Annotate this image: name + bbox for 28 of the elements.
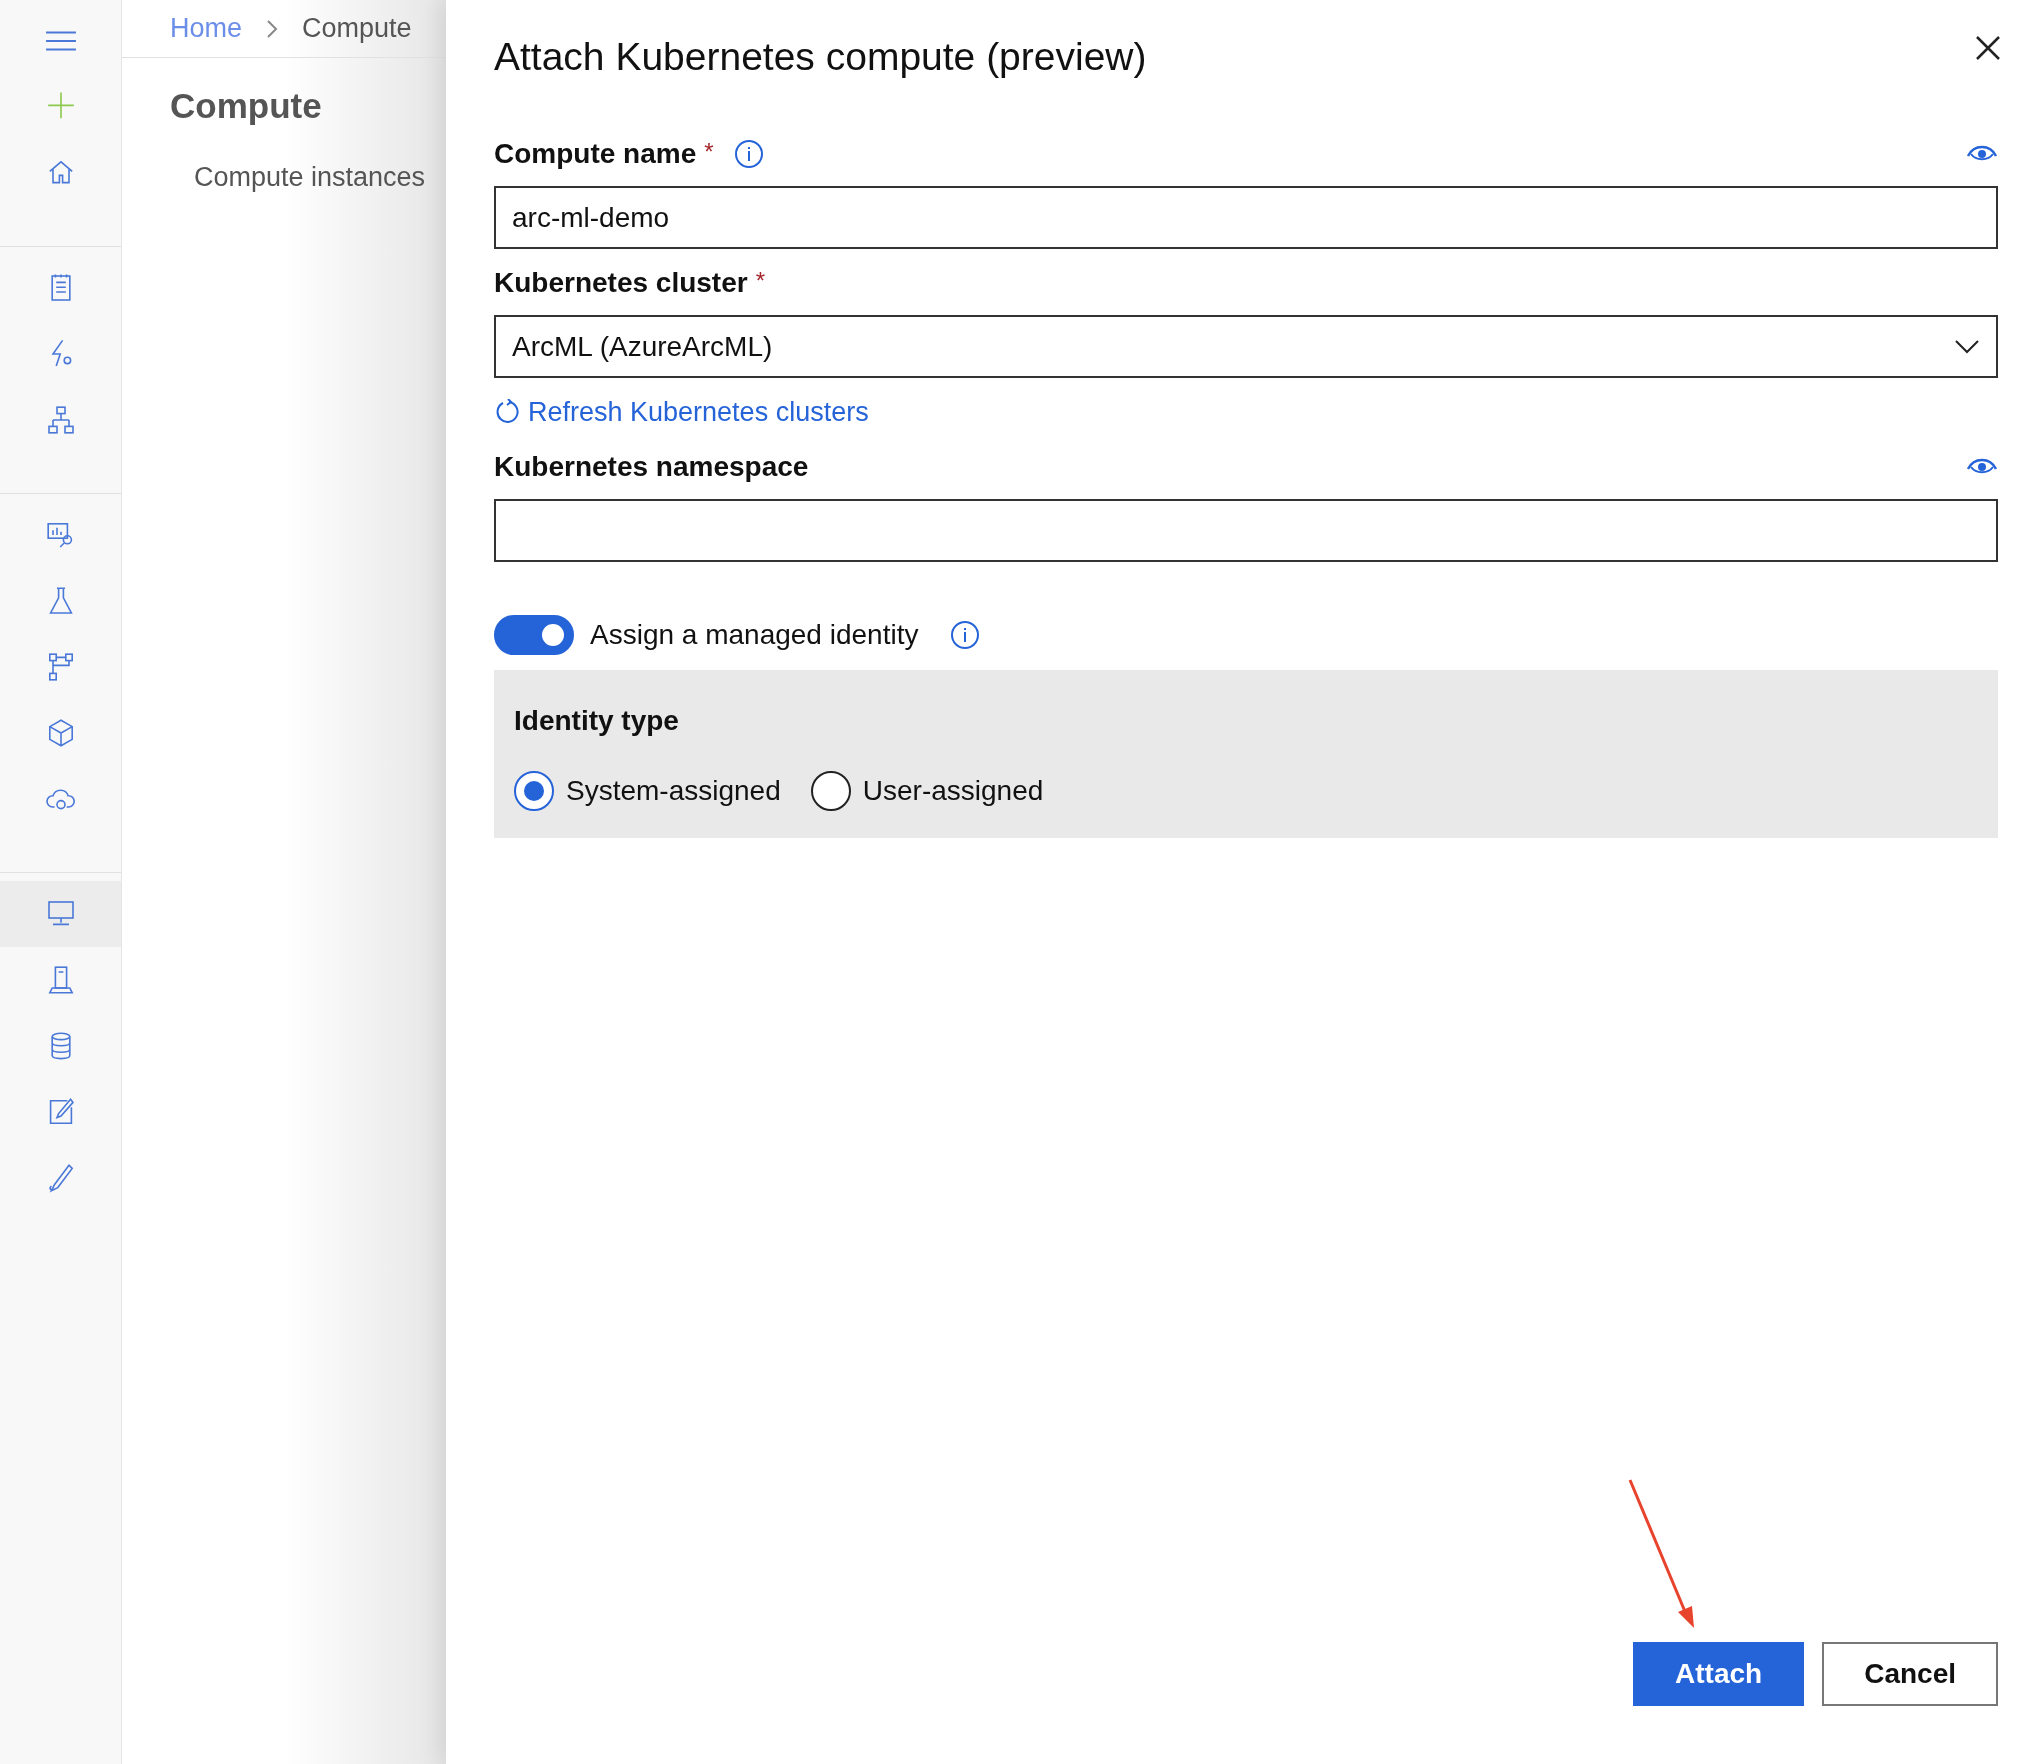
info-icon[interactable] bbox=[950, 619, 981, 650]
field-label: Kubernetes namespace bbox=[494, 449, 809, 484]
section-title: Identity type bbox=[514, 703, 680, 738]
close-icon[interactable] bbox=[1974, 34, 2002, 62]
input-field[interactable]: arc-ml-demo bbox=[494, 186, 1998, 249]
toggle-label: Assign a managed identity bbox=[590, 617, 919, 652]
menu-icon bbox=[44, 31, 77, 51]
radio-option[interactable]: System-assigned bbox=[514, 769, 781, 812]
cluster-dropdown[interactable]: ArcML (AzureArcML) bbox=[494, 315, 1998, 378]
nav-link[interactable]: Compute instances bbox=[194, 156, 446, 197]
dialog-button[interactable]: Cancel bbox=[1822, 1642, 1998, 1706]
panel-title: Attach Kubernetes compute (preview) bbox=[494, 34, 1147, 80]
field-label: Kubernetes cluster bbox=[494, 266, 748, 300]
page-title: Compute bbox=[169, 85, 323, 127]
required-mark: * bbox=[755, 266, 765, 296]
chevron-right-icon bbox=[266, 18, 279, 39]
refresh-link[interactable]: Refresh Kubernetes clusters bbox=[494, 392, 869, 433]
input-field[interactable] bbox=[494, 498, 1998, 562]
required-mark: * bbox=[704, 137, 714, 167]
chevron-down-icon bbox=[1954, 338, 1980, 355]
refresh-icon bbox=[494, 399, 520, 426]
sidebar-item[interactable] bbox=[0, 881, 121, 947]
breadcrumb-link[interactable]: Compute bbox=[302, 8, 412, 49]
radio-option[interactable]: User-assigned bbox=[810, 769, 1044, 812]
field-label: Compute name bbox=[494, 137, 697, 171]
dialog-button[interactable]: Attach bbox=[1633, 1642, 1805, 1706]
info-icon[interactable] bbox=[733, 139, 764, 169]
toggle-switch[interactable] bbox=[494, 614, 574, 655]
